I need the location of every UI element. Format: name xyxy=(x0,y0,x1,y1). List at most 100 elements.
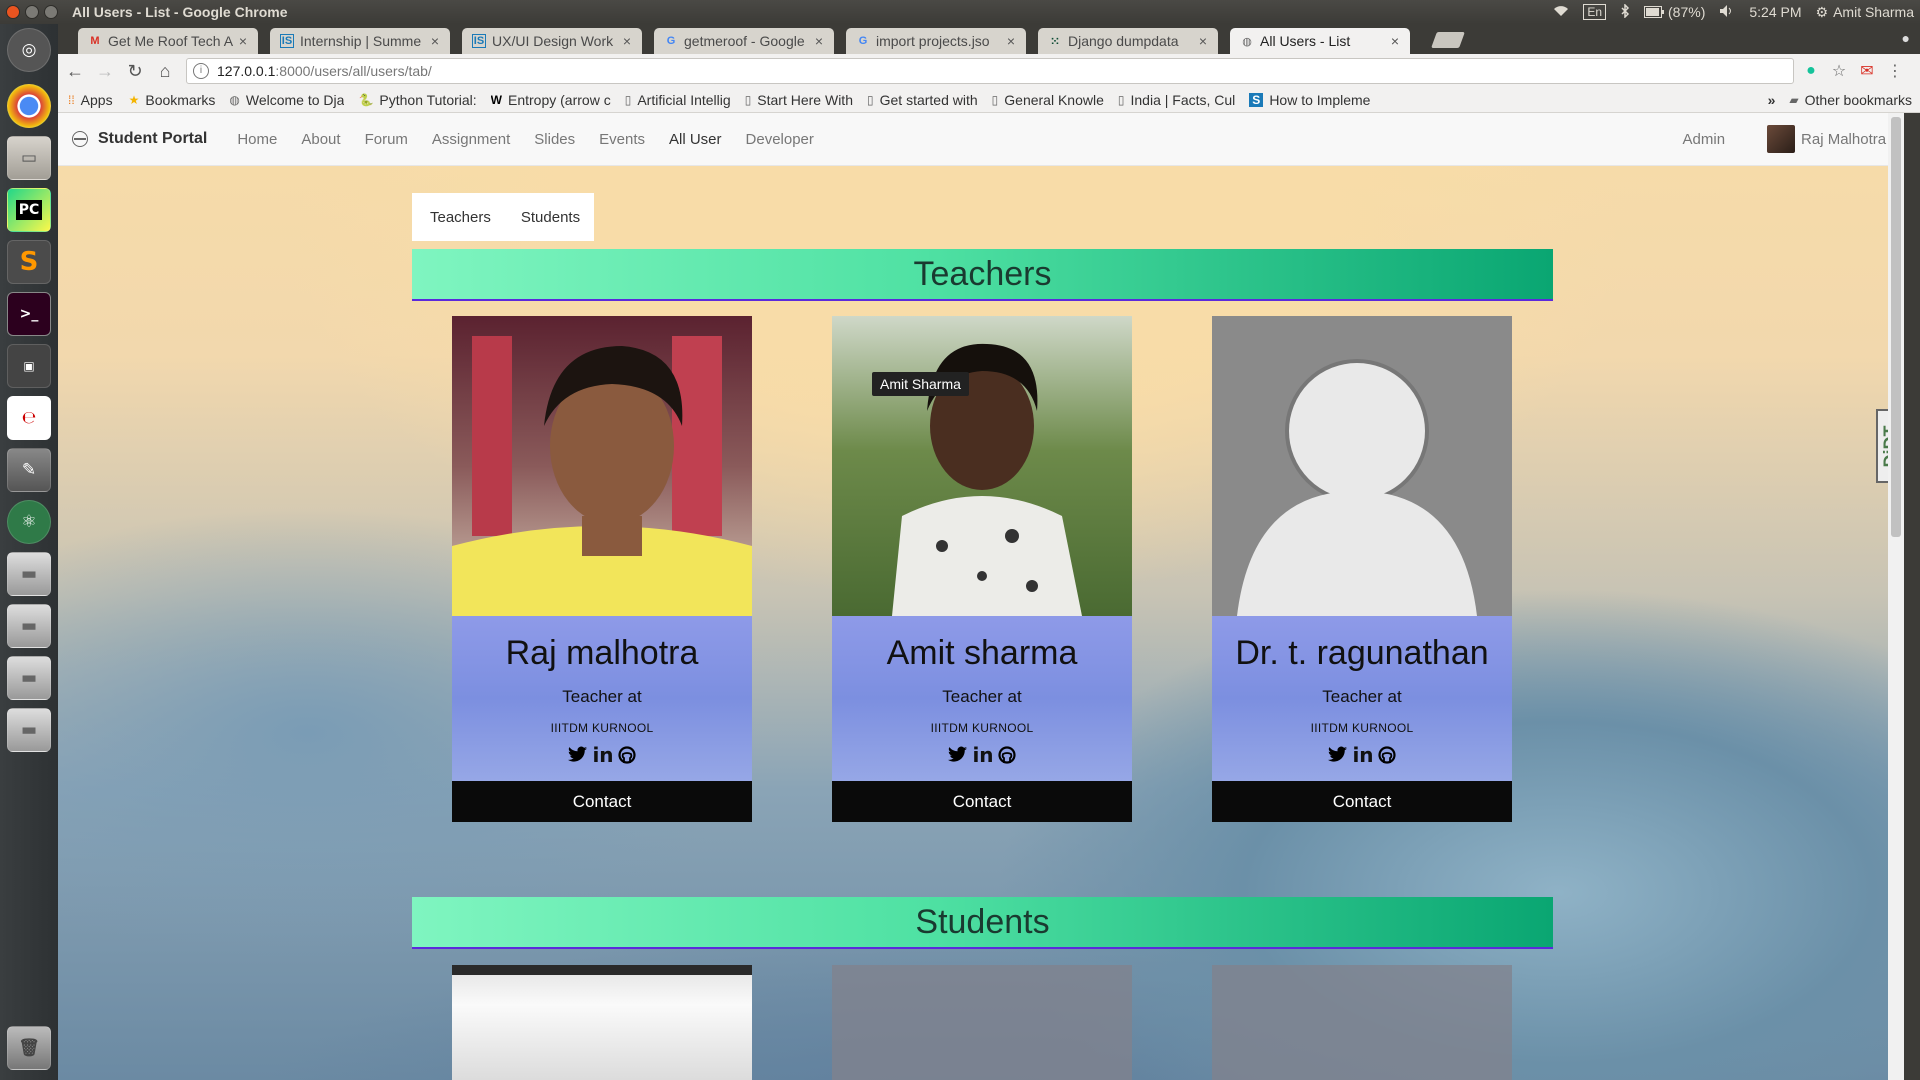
nav-link-slides[interactable]: Slides xyxy=(534,131,575,148)
window-maximize-button[interactable] xyxy=(44,5,58,19)
bookmark-item[interactable]: ▯ General Knowle xyxy=(992,92,1104,108)
twitter-icon[interactable] xyxy=(1328,746,1348,764)
linkedin-icon[interactable]: in xyxy=(1352,743,1373,767)
bookmark-item[interactable]: ★ Bookmarks xyxy=(129,92,216,108)
clock[interactable]: 5:24 PM xyxy=(1749,4,1801,20)
close-icon[interactable]: × xyxy=(428,33,442,49)
tab-students[interactable]: Students xyxy=(521,209,580,226)
nav-link-about[interactable]: About xyxy=(301,131,340,148)
forward-icon[interactable]: → xyxy=(92,61,118,82)
browser-tab[interactable]: ⁙ Django dumpdata × xyxy=(1038,28,1218,54)
profile-icon[interactable]: ● xyxy=(1902,30,1910,46)
user-menu[interactable]: ⚙ Amit Sharma xyxy=(1816,4,1914,21)
close-icon[interactable]: × xyxy=(1196,33,1210,49)
nav-link-assignment[interactable]: Assignment xyxy=(432,131,510,148)
scrollbar-thumb[interactable] xyxy=(1891,117,1901,537)
sublime-icon[interactable]: S xyxy=(7,240,51,284)
browser-tab[interactable]: G getmeroof - Google × xyxy=(654,28,834,54)
window-close-button[interactable] xyxy=(6,5,20,19)
bookmark-item[interactable]: ◍ Welcome to Dja xyxy=(229,92,344,108)
browser-tab[interactable]: G import projects.jso × xyxy=(846,28,1026,54)
contact-button[interactable]: Contact xyxy=(832,781,1132,822)
contact-button[interactable]: Contact xyxy=(1212,781,1512,822)
browser-tab[interactable]: IS Internship | Summe × xyxy=(270,28,450,54)
github-icon[interactable] xyxy=(997,746,1016,764)
close-icon[interactable]: × xyxy=(1388,33,1402,49)
menu-kebab-icon[interactable]: ⋮ xyxy=(1884,61,1906,81)
nav-link-events[interactable]: Events xyxy=(599,131,645,148)
browser-tab[interactable]: M Get Me Roof Tech A × xyxy=(78,28,258,54)
chrome-icon[interactable] xyxy=(7,84,51,128)
contact-button[interactable]: Contact xyxy=(452,781,752,822)
bookmark-item[interactable]: 🐍 Python Tutorial: xyxy=(358,92,476,108)
volume-icon[interactable] xyxy=(1719,4,1735,21)
bluetooth-icon[interactable] xyxy=(1620,2,1630,21)
trash-icon[interactable]: 🗑 xyxy=(7,1026,51,1070)
drive-icon[interactable]: ▬ xyxy=(7,708,51,752)
terminal-icon[interactable]: >_ xyxy=(7,292,51,336)
reload-icon[interactable]: ↻ xyxy=(122,61,148,82)
new-tab-button[interactable] xyxy=(1431,32,1465,48)
pycharm-icon[interactable]: PC xyxy=(7,188,51,232)
page-icon: ▯ xyxy=(991,93,999,107)
nav-link-home[interactable]: Home xyxy=(237,131,277,148)
bookmark-apps[interactable]: ⁞⁞ Apps xyxy=(68,92,113,108)
keyboard-layout-indicator[interactable]: En xyxy=(1583,4,1607,20)
other-bookmarks[interactable]: ▰ Other bookmarks xyxy=(1789,92,1912,108)
drive-icon[interactable]: ▬ xyxy=(7,656,51,700)
os-top-bar: All Users - List - Google Chrome En (87%… xyxy=(0,0,1920,24)
home-icon[interactable]: ⌂ xyxy=(152,61,178,82)
address-bar[interactable]: i 127.0.0.1:8000/users/all/users/tab/ xyxy=(186,58,1794,84)
site-info-icon[interactable]: i xyxy=(193,63,209,79)
browser-tab-active[interactable]: ◍ All Users - List × xyxy=(1230,28,1410,54)
twitter-icon[interactable] xyxy=(948,746,968,764)
close-icon[interactable]: × xyxy=(1004,33,1018,49)
nav-link-forum[interactable]: Forum xyxy=(365,131,408,148)
linkedin-icon[interactable]: in xyxy=(972,743,993,767)
avatar[interactable] xyxy=(1767,125,1796,153)
page-scrollbar[interactable] xyxy=(1888,113,1904,1080)
bookmarks-overflow-button[interactable]: » xyxy=(1768,92,1776,108)
close-icon[interactable]: × xyxy=(236,33,250,49)
tab-title: All Users - List xyxy=(1260,33,1351,49)
tab-teachers[interactable]: Teachers xyxy=(430,209,491,226)
atom-icon[interactable]: ⚛ xyxy=(7,500,51,544)
card-body: Raj malhotra Teacher at IIITDM KURNOOL i… xyxy=(452,616,752,781)
drive-icon[interactable]: ▬ xyxy=(7,604,51,648)
chromium-icon[interactable]: ◎ xyxy=(7,28,51,72)
github-icon[interactable] xyxy=(1377,746,1396,764)
page-icon: ▯ xyxy=(744,93,752,107)
window-minimize-button[interactable] xyxy=(25,5,39,19)
nav-link-admin[interactable]: Admin xyxy=(1683,131,1726,148)
divider xyxy=(412,299,1553,301)
student-card xyxy=(1212,965,1512,1080)
star-icon[interactable]: ☆ xyxy=(1828,61,1850,81)
bookmark-item[interactable]: W Entropy (arrow c xyxy=(491,92,611,108)
text-editor-icon[interactable]: ℮ xyxy=(7,396,51,440)
linkedin-icon[interactable]: in xyxy=(592,743,613,767)
site-brand[interactable]: Student Portal xyxy=(72,130,207,148)
settings-icon[interactable]: ✎ xyxy=(7,448,51,492)
battery-indicator[interactable]: (87%) xyxy=(1644,4,1705,20)
drive-icon[interactable]: ▬ xyxy=(7,552,51,596)
files-icon[interactable]: ▭ xyxy=(7,136,51,180)
nav-link-all-user[interactable]: All User xyxy=(669,131,722,148)
github-icon[interactable] xyxy=(617,746,636,764)
grammarly-icon[interactable]: ● xyxy=(1800,62,1822,80)
browser-tab[interactable]: IS UX/UI Design Work × xyxy=(462,28,642,54)
wifi-icon[interactable] xyxy=(1553,4,1569,20)
back-icon[interactable]: ← xyxy=(62,61,88,82)
workspace-icon[interactable]: ▣ xyxy=(7,344,51,388)
bookmark-item[interactable]: ▯ Start Here With xyxy=(745,92,853,108)
twitter-icon[interactable] xyxy=(568,746,588,764)
user-dropdown[interactable]: Raj Malhotra xyxy=(1801,131,1886,148)
close-icon[interactable]: × xyxy=(620,33,634,49)
bookmark-item[interactable]: ▯ Get started with xyxy=(867,92,978,108)
bookmarks-bar: ⁞⁞ Apps ★ Bookmarks ◍ Welcome to Dja 🐍 P… xyxy=(58,88,1920,113)
close-icon[interactable]: × xyxy=(812,33,826,49)
nav-link-developer[interactable]: Developer xyxy=(746,131,814,148)
bookmark-item[interactable]: ▯ Artificial Intellig xyxy=(625,92,731,108)
gmail-notifier-icon[interactable]: ✉ xyxy=(1856,61,1878,81)
bookmark-item[interactable]: ▯ India | Facts, Cul xyxy=(1118,92,1235,108)
bookmark-item[interactable]: S How to Impleme xyxy=(1249,92,1370,108)
